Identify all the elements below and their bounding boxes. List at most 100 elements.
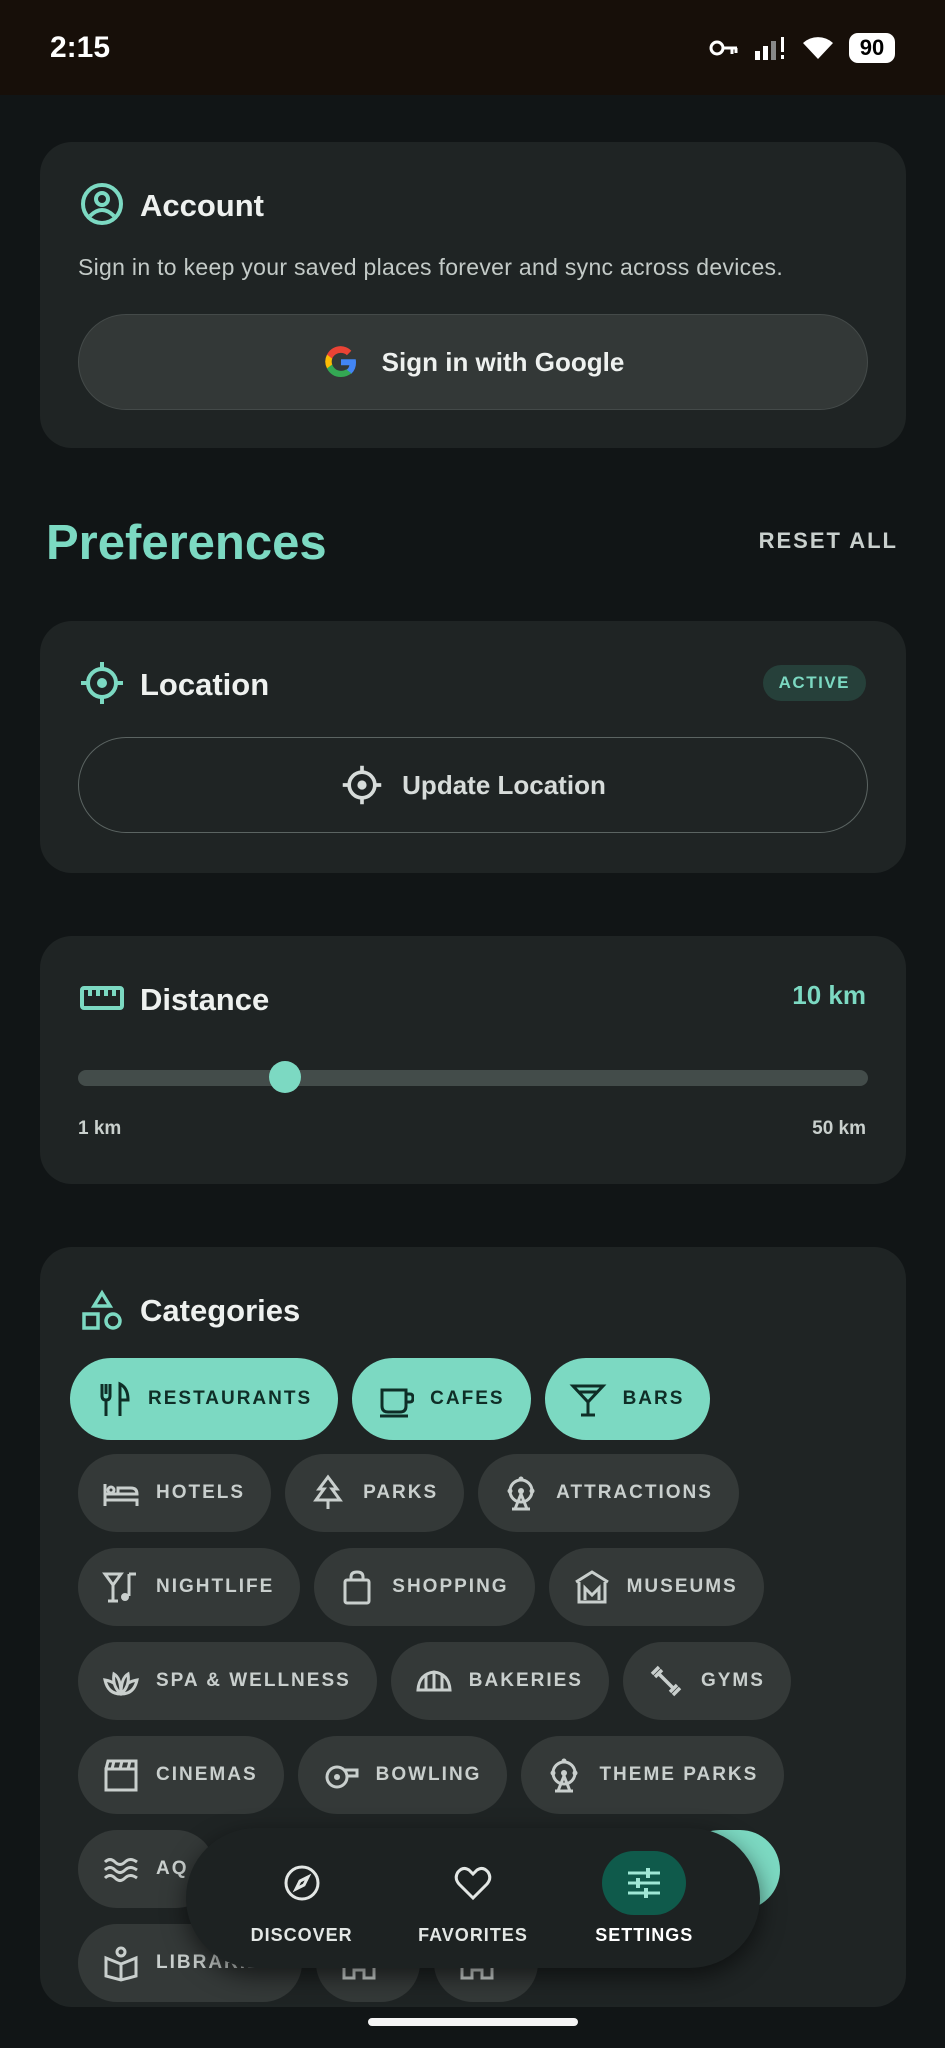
google-logo-icon bbox=[324, 346, 356, 378]
nav-icon-container bbox=[260, 1851, 344, 1915]
category-chip[interactable]: THEME PARKS bbox=[521, 1736, 785, 1814]
sliders-icon bbox=[628, 1867, 661, 1898]
category-chip-label: SHOPPING bbox=[392, 1576, 509, 1597]
battery-indicator: 90 bbox=[849, 32, 895, 63]
category-chip-label: BOWLING bbox=[375, 1764, 482, 1785]
nav-item-favorites[interactable]: FAVORITES bbox=[398, 1851, 548, 1946]
category-chip[interactable]: PARKS bbox=[285, 1454, 465, 1532]
shopping-bag-icon bbox=[343, 1570, 371, 1605]
category-chip-label: HOTELS bbox=[156, 1482, 246, 1503]
location-target-icon bbox=[342, 765, 382, 805]
museum-icon bbox=[574, 1570, 609, 1604]
home-indicator[interactable] bbox=[368, 2018, 578, 2026]
bottom-navigation: DISCOVER FAVORITES SETTINGS bbox=[186, 1828, 760, 1968]
category-chip-label: THEME PARKS bbox=[599, 1764, 759, 1785]
category-row: RESTAURANTS CAFES BARS bbox=[70, 1358, 880, 1440]
croissant-icon bbox=[416, 1670, 452, 1692]
category-chip[interactable]: GYMS bbox=[622, 1642, 791, 1720]
category-chip-label: GYMS bbox=[700, 1670, 765, 1691]
category-chip[interactable]: SHOPPING bbox=[314, 1548, 535, 1626]
category-chip[interactable]: RESTAURANTS bbox=[70, 1358, 339, 1440]
category-chip-label: RESTAURANTS bbox=[148, 1388, 313, 1409]
sign-in-with-google-button[interactable]: Sign in with Google bbox=[78, 314, 868, 410]
nav-icon-container bbox=[431, 1851, 515, 1915]
update-location-button[interactable]: Update Location bbox=[78, 737, 868, 833]
account-description: Sign in to keep your saved places foreve… bbox=[78, 254, 784, 280]
distance-slider-thumb[interactable] bbox=[269, 1061, 302, 1093]
category-chip[interactable]: NIGHTLIFE bbox=[78, 1548, 301, 1626]
location-card: Location ACTIVE Update Location bbox=[40, 621, 906, 873]
location-title: Location bbox=[140, 667, 270, 702]
dumbbell-icon bbox=[650, 1665, 682, 1697]
category-chip-label: CAFES bbox=[430, 1388, 505, 1409]
category-chip[interactable]: BARS bbox=[544, 1358, 711, 1440]
cocktail-icon bbox=[569, 1384, 607, 1417]
status-badge: ACTIVE bbox=[762, 665, 866, 701]
nav-label: DISCOVER bbox=[250, 1924, 353, 1945]
category-chip[interactable]: BAKERIES bbox=[390, 1642, 609, 1720]
google-button-label: Sign in with Google bbox=[381, 346, 625, 377]
distance-card: Distance 10 km 1 km 50 km bbox=[40, 936, 906, 1184]
ferris-wheel-icon bbox=[507, 1476, 535, 1511]
ruler-icon bbox=[80, 986, 124, 1010]
category-chip-label: CINEMAS bbox=[156, 1764, 258, 1785]
vpn-key-icon bbox=[709, 40, 738, 55]
distance-min-label: 1 km bbox=[78, 1118, 122, 1139]
location-target-icon bbox=[81, 662, 123, 704]
lotus-icon bbox=[103, 1671, 139, 1697]
category-chip[interactable]: ATTRACTIONS bbox=[478, 1454, 739, 1532]
waves-icon bbox=[103, 1858, 138, 1882]
wifi-icon bbox=[803, 36, 833, 59]
nightlife-icon bbox=[102, 1572, 136, 1603]
category-chip[interactable]: HOTELS bbox=[78, 1454, 272, 1532]
tree-icon bbox=[313, 1474, 344, 1509]
category-chip[interactable]: CAFES bbox=[352, 1358, 531, 1440]
category-row: NIGHTLIFE SHOPPING MUSEUMS bbox=[70, 1547, 880, 1627]
shapes-icon bbox=[82, 1289, 122, 1330]
status-time: 2:15 bbox=[50, 30, 111, 64]
category-chip[interactable]: CINEMAS bbox=[78, 1736, 284, 1814]
category-chip-label: BAKERIES bbox=[468, 1670, 583, 1691]
distance-value: 10 km bbox=[792, 980, 866, 1010]
category-chip[interactable]: MUSEUMS bbox=[548, 1548, 764, 1626]
bowling-icon bbox=[325, 1765, 359, 1789]
category-row: CINEMAS BOWLING THEME PARKS bbox=[70, 1735, 880, 1815]
distance-max-label: 50 km bbox=[812, 1118, 866, 1139]
heart-icon bbox=[454, 1866, 492, 1900]
update-location-label: Update Location bbox=[402, 769, 606, 800]
account-circle-icon bbox=[81, 183, 123, 225]
category-row: HOTELS PARKS ATTRACTIONS bbox=[70, 1453, 880, 1533]
nav-label: SETTINGS bbox=[595, 1924, 694, 1945]
distance-slider-track[interactable] bbox=[78, 1070, 868, 1086]
nav-item-settings[interactable]: SETTINGS bbox=[569, 1850, 719, 1946]
status-icons: 90 bbox=[709, 32, 895, 63]
coffee-cup-icon bbox=[380, 1388, 415, 1418]
account-card: Account Sign in to keep your saved place… bbox=[40, 142, 906, 448]
compass-icon bbox=[284, 1865, 320, 1900]
preferences-title: Preferences bbox=[46, 516, 327, 570]
category-chip-label: PARKS bbox=[363, 1482, 439, 1503]
account-title: Account bbox=[140, 188, 264, 223]
category-chip-label: MUSEUMS bbox=[626, 1576, 738, 1597]
bed-icon bbox=[103, 1484, 139, 1506]
category-chip-label: NIGHTLIFE bbox=[156, 1576, 275, 1597]
nav-icon-container bbox=[602, 1850, 687, 1915]
nav-label: FAVORITES bbox=[418, 1924, 528, 1945]
distance-title: Distance bbox=[140, 982, 270, 1017]
category-chip[interactable]: SPA & WELLNESS bbox=[78, 1642, 377, 1720]
signal-icon bbox=[755, 36, 784, 60]
category-chip-label: ATTRACTIONS bbox=[556, 1482, 713, 1503]
category-chip-label: AQ bbox=[156, 1858, 189, 1879]
cutlery-icon bbox=[100, 1381, 130, 1416]
book-icon bbox=[104, 1946, 138, 1982]
categories-title: Categories bbox=[140, 1293, 301, 1328]
status-bar: 2:15 90 bbox=[0, 0, 945, 95]
nav-item-discover[interactable]: DISCOVER bbox=[227, 1851, 377, 1946]
category-chip-label: SPA & WELLNESS bbox=[156, 1670, 351, 1691]
category-chip-label: BARS bbox=[622, 1388, 685, 1409]
category-row: SPA & WELLNESS BAKERIES GYMS bbox=[70, 1641, 880, 1721]
clapperboard-icon bbox=[104, 1759, 138, 1792]
ferris-wheel-icon bbox=[550, 1758, 578, 1793]
reset-all-button[interactable]: RESET ALL bbox=[759, 528, 898, 554]
category-chip[interactable]: BOWLING bbox=[297, 1736, 508, 1814]
